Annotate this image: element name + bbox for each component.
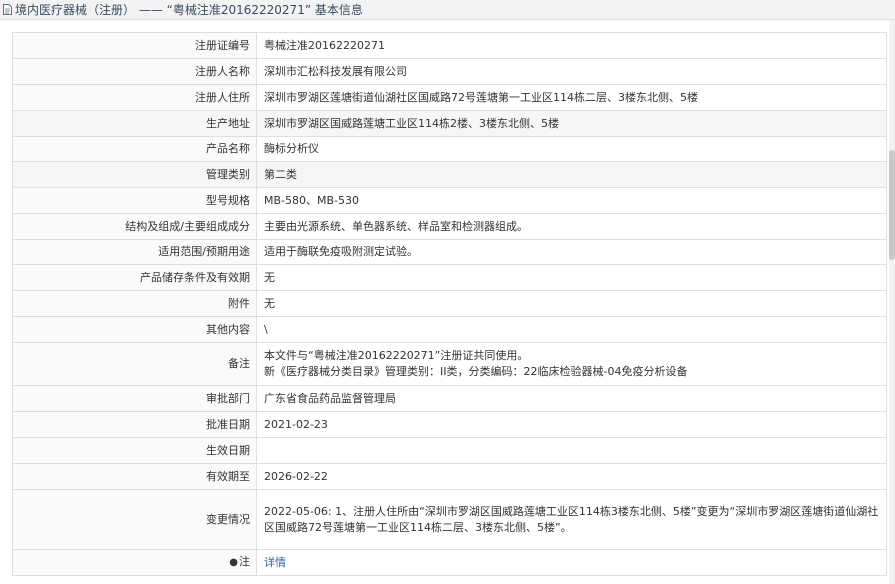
note-label: 注 (239, 555, 250, 568)
table-row: 型号规格 MB-580、MB-530 (12, 187, 887, 214)
table-row: 其他内容 \ (12, 316, 887, 343)
field-label: 产品储存条件及有效期 (12, 264, 257, 291)
table-row: 批准日期 2021-02-23 (12, 411, 887, 438)
field-label: 审批部门 (12, 385, 257, 412)
scrollbar-thumb[interactable] (889, 150, 895, 260)
field-label: 适用范围/预期用途 (12, 239, 257, 265)
field-value: 主要由光源系统、单色器系统、样品室和检测器组成。 (256, 213, 887, 240)
field-label: 附件 (12, 290, 257, 317)
table-row: 生效日期 (12, 437, 887, 464)
field-value: 本文件与“粤械注准20162220271”注册证共同使用。 新《医疗器械分类目录… (256, 342, 887, 386)
field-value: MB-580、MB-530 (256, 187, 887, 214)
table-row: 注册证编号 粤械注准20162220271 (12, 32, 887, 59)
field-label: 备注 (12, 342, 257, 386)
field-label: 型号规格 (12, 187, 257, 214)
table-row: 附件 无 (12, 290, 887, 317)
field-value: 广东省食品药品监督管理局 (256, 385, 887, 412)
field-label: 有效期至 (12, 463, 257, 490)
field-label: 注册人住所 (12, 84, 257, 111)
info-table: 注册证编号 粤械注准20162220271 注册人名称 深圳市汇松科技发展有限公… (12, 32, 887, 576)
table-row: 管理类别 第二类 (12, 161, 887, 188)
field-value: 第二类 (256, 161, 887, 188)
vertical-scrollbar[interactable] (889, 20, 895, 584)
tip-icon: ● (229, 557, 238, 568)
table-row: 审批部门 广东省食品药品监督管理局 (12, 385, 887, 412)
field-value: 详情 (256, 549, 887, 576)
field-value: 无 (256, 264, 887, 291)
table-row: 结构及组成/主要组成成分 主要由光源系统、单色器系统、样品室和检测器组成。 (12, 213, 887, 240)
field-value: 2021-02-23 (256, 411, 887, 438)
table-row: 适用范围/预期用途 适用于酶联免疫吸附测定试验。 (12, 239, 887, 265)
page-title: 境内医疗器械（注册） —— “粤械注准20162220271” 基本信息 (15, 3, 363, 17)
table-row: 产品名称 酶标分析仪 (12, 136, 887, 162)
field-value: 深圳市罗湖区国威路莲塘工业区114栋2楼、3楼东北侧、5楼 (256, 110, 887, 137)
table-row: 变更情况 2022-05-06: 1、注册人住所由“深圳市罗湖区国威路莲塘工业区… (12, 489, 887, 550)
document-icon (3, 4, 12, 15)
remark-line-2: 新《医疗器械分类目录》管理类别：II类，分类编码：22临床检验器械-04免疫分析… (264, 365, 688, 378)
field-value: \ (256, 316, 887, 343)
field-value: 粤械注准20162220271 (256, 32, 887, 59)
field-label: 产品名称 (12, 136, 257, 162)
field-label: 其他内容 (12, 316, 257, 343)
field-label: 生产地址 (12, 110, 257, 137)
field-value: 2026-02-22 (256, 463, 887, 490)
field-label: 注册证编号 (12, 32, 257, 59)
field-value: 深圳市罗湖区莲塘街道仙湖社区国威路72号莲塘第一工业区114栋二层、3楼东北侧、… (256, 84, 887, 111)
remark-line-1: 本文件与“粤械注准20162220271”注册证共同使用。 (264, 349, 529, 362)
table-row: 注册人名称 深圳市汇松科技发展有限公司 (12, 58, 887, 85)
field-label: 注册人名称 (12, 58, 257, 85)
field-label: 批准日期 (12, 411, 257, 438)
field-label: 结构及组成/主要组成成分 (12, 213, 257, 240)
field-value: 适用于酶联免疫吸附测定试验。 (256, 239, 887, 265)
field-label: ●注 (12, 549, 257, 576)
field-label: 变更情况 (12, 489, 257, 550)
table-row: 备注 本文件与“粤械注准20162220271”注册证共同使用。 新《医疗器械分… (12, 342, 887, 386)
field-value: 酶标分析仪 (256, 136, 887, 162)
field-value: 无 (256, 290, 887, 317)
details-link[interactable]: 详情 (264, 556, 286, 569)
table-row: 注册人住所 深圳市罗湖区莲塘街道仙湖社区国威路72号莲塘第一工业区114栋二层、… (12, 84, 887, 111)
field-value: 深圳市汇松科技发展有限公司 (256, 58, 887, 85)
table-row: ●注 详情 (12, 549, 887, 576)
table-row: 产品储存条件及有效期 无 (12, 264, 887, 291)
field-label: 生效日期 (12, 437, 257, 464)
field-label: 管理类别 (12, 161, 257, 188)
field-value (256, 437, 887, 464)
table-row: 有效期至 2026-02-22 (12, 463, 887, 490)
page-header: 境内医疗器械（注册） —— “粤械注准20162220271” 基本信息 (0, 0, 895, 20)
field-value: 2022-05-06: 1、注册人住所由“深圳市罗湖区国威路莲塘工业区114栋3… (256, 489, 887, 550)
table-row: 生产地址 深圳市罗湖区国威路莲塘工业区114栋2楼、3楼东北侧、5楼 (12, 110, 887, 137)
